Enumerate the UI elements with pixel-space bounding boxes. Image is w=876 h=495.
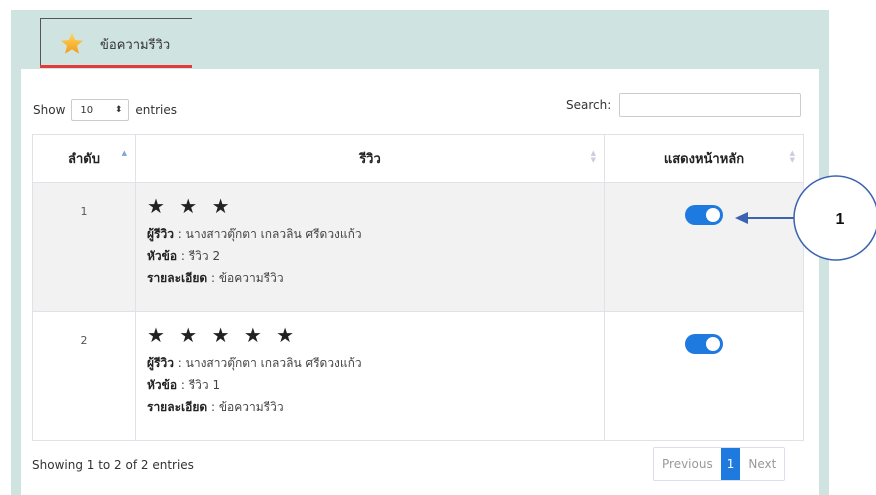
rating-stars: ★ ★ ★: [147, 194, 234, 218]
tab-active-indicator: [40, 65, 192, 68]
toggle-knob: [706, 337, 720, 351]
sort-asc-icon: ▲: [121, 149, 127, 157]
review-cell: ★ ★ ★ ★ ★ ผู้รีวิว : นางสาวตุ๊กตา เกลวลิ…: [135, 311, 605, 441]
row-index: 2: [32, 311, 136, 441]
column-header-review[interactable]: รีวิว ▲ ▼: [135, 134, 605, 183]
table-info: Showing 1 to 2 of 2 entries: [32, 458, 194, 472]
page: ข้อความรีวิว Show 10 ⬍ entries Search: ล…: [0, 0, 876, 495]
entries-select[interactable]: 10 ⬍: [71, 99, 130, 121]
rating-stars: ★ ★ ★ ★ ★: [147, 323, 299, 347]
title-line: หัวข้อ : รีวิว 1: [147, 378, 221, 392]
reviews-table: ลำดับ ▲ รีวิว ▲ ▼ แสดงหน้าหลัก ▲ ▼ 1 ★ ★ ★: [32, 134, 804, 441]
page-1-button[interactable]: 1: [720, 448, 741, 480]
table-row: 2 ★ ★ ★ ★ ★ ผู้รีวิว : นางสาวตุ๊กตา เกลว…: [32, 311, 804, 441]
toggle-knob: [706, 208, 720, 222]
search-input[interactable]: [619, 93, 802, 117]
tab-reviews[interactable]: ข้อความรีวิว: [40, 18, 192, 66]
reviewer-name: นางสาวตุ๊กตา เกลวลิน ศรีดวงแก้ว: [185, 227, 362, 241]
select-caret-icon: ⬍: [114, 105, 123, 115]
tab-label: ข้อความรีวิว: [100, 38, 171, 53]
row-index: 1: [32, 182, 136, 312]
show-home-cell: [604, 182, 804, 312]
column-header-show-home[interactable]: แสดงหน้าหลัก ▲ ▼: [604, 134, 804, 183]
entries-select-value: 10: [80, 104, 94, 116]
review-detail: ข้อความรีวิว: [218, 400, 284, 414]
detail-line: รายละเอียด : ข้อความรีวิว: [147, 400, 284, 414]
table-row: 1 ★ ★ ★ ผู้รีวิว : นางสาวตุ๊กตา เกลวลิน …: [32, 182, 804, 312]
entries-control: Show 10 ⬍ entries: [33, 99, 177, 121]
review-title: รีวิว 2: [188, 249, 221, 263]
star-icon: [60, 32, 84, 54]
show-home-toggle[interactable]: [685, 205, 723, 225]
detail-line: รายละเอียด : ข้อความรีวิว: [147, 271, 284, 285]
show-home-toggle[interactable]: [685, 334, 723, 354]
reviewer-line: ผู้รีวิว : นางสาวตุ๊กตา เกลวลิน ศรีดวงแก…: [147, 227, 362, 241]
search-control: Search:: [566, 93, 802, 117]
review-detail: ข้อความรีวิว: [218, 271, 284, 285]
previous-page-button[interactable]: Previous: [654, 448, 721, 480]
sort-both-icon: ▲ ▼: [789, 149, 795, 164]
show-home-cell: [604, 311, 804, 441]
reviewer-name: นางสาวตุ๊กตา เกลวลิน ศรีดวงแก้ว: [185, 356, 362, 370]
review-cell: ★ ★ ★ ผู้รีวิว : นางสาวตุ๊กตา เกลวลิน ศร…: [135, 182, 605, 312]
sort-both-icon: ▲ ▼: [590, 149, 596, 164]
next-page-button[interactable]: Next: [740, 448, 785, 480]
title-line: หัวข้อ : รีวิว 2: [147, 249, 221, 263]
entries-label: entries: [135, 103, 177, 117]
column-header-index[interactable]: ลำดับ ▲: [32, 134, 136, 183]
pagination: Previous 1 Next: [653, 447, 786, 481]
search-label: Search:: [566, 98, 612, 112]
annotation-callout-label: 1: [836, 211, 845, 228]
reviewer-line: ผู้รีวิว : นางสาวตุ๊กตา เกลวลิน ศรีดวงแก…: [147, 356, 362, 370]
show-label: Show: [33, 103, 66, 117]
review-title: รีวิว 1: [188, 378, 221, 392]
table-header-row: ลำดับ ▲ รีวิว ▲ ▼ แสดงหน้าหลัก ▲ ▼: [32, 134, 804, 183]
